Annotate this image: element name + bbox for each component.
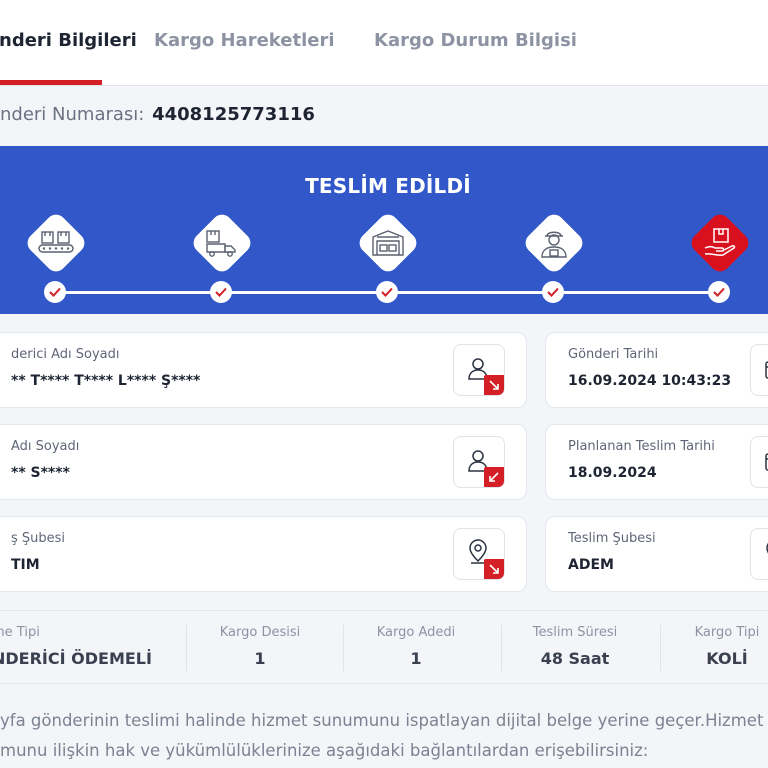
summary-label: Kargo Tipi (694, 625, 760, 640)
summary-label: Teslim Süresi (532, 625, 618, 640)
summary-label: me Tipi (0, 625, 40, 640)
step-check-icon (44, 281, 66, 303)
legal-notice: yfa gönderinin teslimi halinde hizmet su… (0, 706, 768, 766)
tab-cargo-movements[interactable]: Kargo Hareketleri (154, 30, 335, 51)
receiver-name-label: Adı Soyadı (11, 439, 80, 454)
tracking-number-value: 4408125773116 (152, 104, 315, 125)
summary-value: 48 Saat (540, 649, 610, 668)
calendar-icon (765, 361, 768, 379)
location-pin-icon (766, 542, 768, 554)
calendar-icon-button[interactable] (750, 344, 768, 396)
summary-value: KOLİ (706, 649, 748, 668)
delivery-branch-card: Teslim Şubesi ADEM (545, 516, 768, 592)
receiver-name-value: ** S**** (11, 465, 70, 481)
divider (660, 625, 661, 671)
divider (501, 625, 502, 671)
arrow-out-icon (484, 559, 504, 579)
location-icon-button[interactable] (750, 528, 768, 580)
tracking-number: nderi Numarası: 4408125773116 (0, 104, 315, 125)
sender-icon-button[interactable] (453, 344, 505, 396)
shipment-summary: me Tipi NDERİCİ ÖDEMELİ Kargo Desisi 1 K… (0, 610, 768, 684)
summary-payment-type: me Tipi NDERİCİ ÖDEMELİ (0, 625, 152, 668)
summary-delivery-time: Teslim Süresi 48 Saat (505, 625, 645, 668)
hand-delivery-box-icon (704, 228, 736, 256)
status-banner: TESLİM EDİLDİ (0, 146, 768, 314)
warehouse-icon (372, 230, 404, 256)
origin-branch-card: ş Şubesi TIM (0, 516, 527, 592)
status-title: TESLİM EDİLDİ (305, 174, 471, 198)
planned-date-value: 18.09.2024 (568, 465, 657, 481)
planned-date-label: Planlanan Teslim Tarihi (568, 439, 715, 454)
receiver-name-card: Adı Soyadı ** S**** (0, 424, 527, 500)
summary-value: 1 (254, 649, 266, 668)
courier-person-icon (541, 231, 567, 258)
summary-value: NDERİCİ ÖDEMELİ (0, 649, 152, 668)
arrow-out-icon (484, 375, 504, 395)
summary-value: 1 (410, 649, 422, 668)
planned-date-card: Planlanan Teslim Tarihi 18.09.2024 (545, 424, 768, 500)
origin-branch-icon-button[interactable] (453, 528, 505, 580)
send-date-value: 16.09.2024 10:43:23 (568, 373, 732, 389)
receiver-icon-button[interactable] (453, 436, 505, 488)
summary-desi: Kargo Desisi 1 (190, 625, 330, 668)
tab-bar: nderi Bilgileri Kargo Hareketleri Kargo … (0, 0, 768, 86)
step-check-icon (708, 281, 730, 303)
tab-shipment-info[interactable]: nderi Bilgileri (0, 30, 137, 51)
arrow-in-icon (484, 467, 504, 487)
divider (186, 625, 187, 671)
delivery-branch-value: ADEM (568, 557, 614, 573)
summary-label: Kargo Adedi (376, 625, 456, 640)
sender-name-card: derici Adı Soyadı ** T**** T**** L**** Ş… (0, 332, 527, 408)
sender-name-label: derici Adı Soyadı (11, 347, 120, 362)
legal-notice-line: munu ilişkin hak ve yükümlülüklerinize a… (0, 741, 649, 760)
step-check-icon (210, 281, 232, 303)
step-check-icon (376, 281, 398, 303)
summary-count: Kargo Adedi 1 (346, 625, 486, 668)
active-tab-indicator (0, 80, 102, 85)
tab-cargo-status[interactable]: Kargo Durum Bilgisi (374, 30, 577, 51)
origin-branch-label: ş Şubesi (11, 531, 66, 546)
summary-label: Kargo Desisi (219, 625, 301, 640)
delivery-truck-icon (206, 230, 236, 257)
conveyor-boxes-icon (38, 231, 74, 253)
send-date-card: Gönderi Tarihi 16.09.2024 10:43:23 (545, 332, 768, 408)
divider (343, 625, 344, 671)
tracking-number-label: nderi Numarası: (0, 104, 145, 125)
calendar-icon (765, 453, 768, 471)
origin-branch-value: TIM (11, 557, 40, 573)
delivery-branch-label: Teslim Şubesi (568, 531, 656, 546)
summary-cargo-type: Kargo Tipi KOLİ (664, 625, 768, 668)
legal-notice-line: yfa gönderinin teslimi halinde hizmet su… (0, 711, 764, 730)
calendar-icon-button[interactable] (750, 436, 768, 488)
sender-name-value: ** T**** T**** L**** Ş**** (11, 373, 201, 389)
step-check-icon (542, 281, 564, 303)
send-date-label: Gönderi Tarihi (568, 347, 659, 362)
